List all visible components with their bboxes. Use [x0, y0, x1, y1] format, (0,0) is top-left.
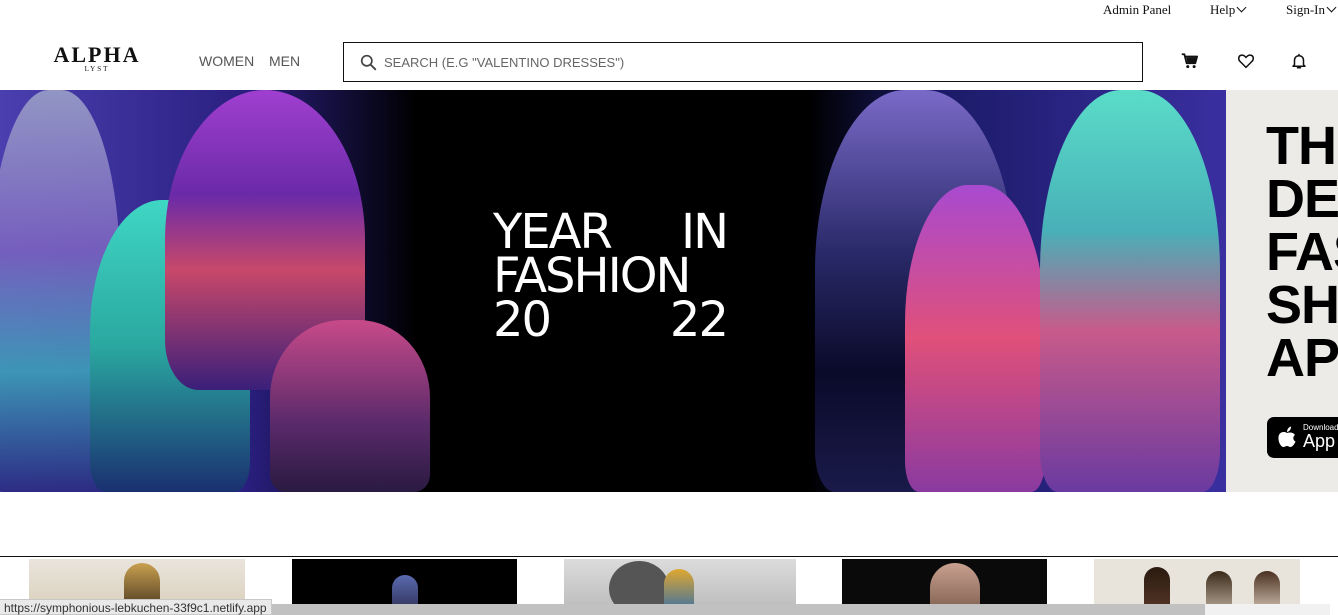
hero-figure-6	[905, 185, 1045, 492]
apple-icon	[1278, 426, 1296, 447]
search-bar[interactable]	[343, 42, 1143, 82]
app-promo-text: TH DE FAS SH AP	[1266, 116, 1338, 388]
app-store-label: App	[1303, 431, 1336, 451]
nav-women[interactable]: WOMEN	[199, 53, 254, 69]
hero-figure-7	[1040, 90, 1220, 492]
horizontal-scroll-track[interactable]	[1205, 604, 1330, 615]
hero-banner[interactable]: YEAR IN FASHION 20 22	[0, 90, 1226, 492]
hero-year-right: 22	[669, 292, 729, 348]
site-logo[interactable]: ALPHA LYST	[52, 42, 142, 74]
cart-icon[interactable]	[1181, 52, 1199, 70]
horizontal-scrollbar-thumb[interactable]	[270, 604, 1205, 615]
browser-status-url: https://symphonious-lebkuchen-33f9c1.net…	[0, 599, 272, 615]
nav-men[interactable]: MEN	[269, 53, 300, 69]
bell-icon[interactable]	[1290, 52, 1308, 70]
hero-headline: YEAR IN FASHION 20 22	[493, 208, 729, 348]
app-promo-panel[interactable]: TH DE FAS SH AP Download App	[1226, 90, 1338, 492]
admin-panel-link[interactable]: Admin Panel	[1103, 2, 1171, 18]
app-store-button[interactable]: Download App	[1267, 417, 1338, 458]
search-input[interactable]	[384, 54, 1124, 70]
utility-bar: Admin Panel Help Sign-In	[0, 0, 1338, 22]
logo-main-text: ALPHA	[53, 42, 141, 67]
sign-in-label: Sign-In	[1286, 2, 1325, 17]
heart-icon[interactable]	[1237, 52, 1255, 70]
chevron-down-icon	[1326, 2, 1337, 13]
help-label: Help	[1210, 2, 1236, 17]
search-icon	[360, 54, 377, 70]
help-menu[interactable]: Help	[1210, 2, 1247, 18]
hero-figure-4	[270, 320, 430, 492]
chevron-down-icon	[1236, 2, 1247, 13]
sign-in-menu[interactable]: Sign-In	[1286, 2, 1337, 18]
hero-year-left: 20	[493, 292, 552, 348]
